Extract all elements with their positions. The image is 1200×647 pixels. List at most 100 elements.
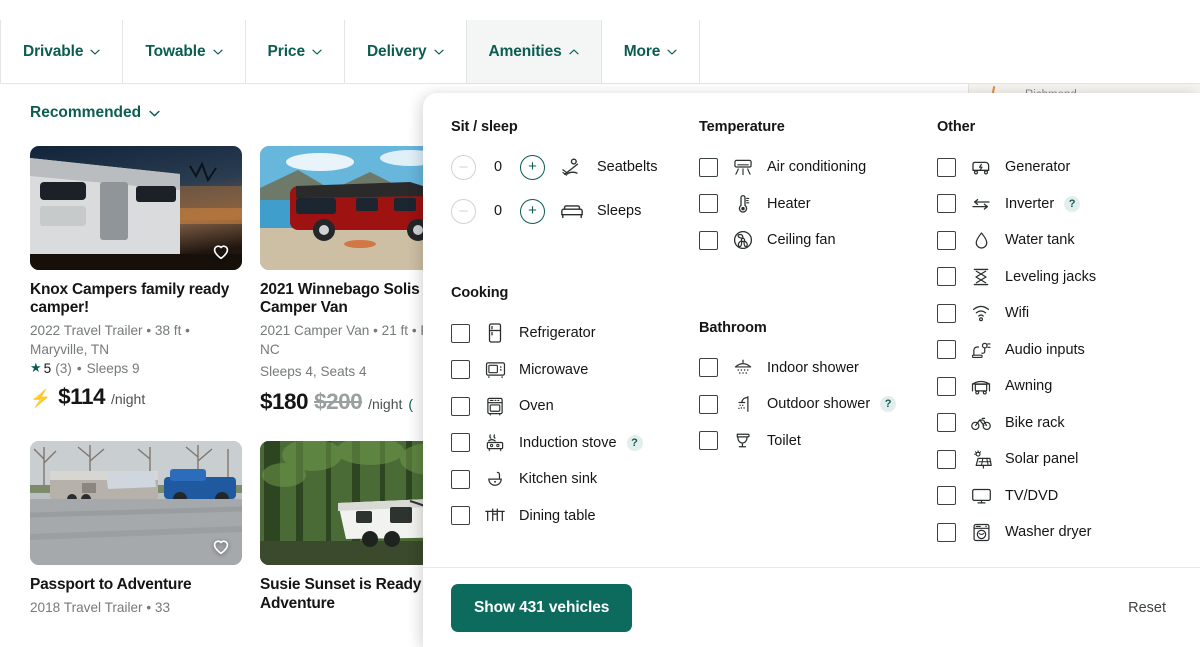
checkbox[interactable] bbox=[699, 394, 718, 414]
filter-tab-amenities[interactable]: Amenities bbox=[466, 20, 602, 83]
filter-tab-delivery[interactable]: Delivery bbox=[344, 20, 467, 83]
checkbox-row-induction-stove[interactable]: Induction stove ? bbox=[451, 425, 699, 462]
checkbox[interactable] bbox=[451, 433, 470, 453]
toilet-icon bbox=[731, 431, 755, 450]
minus-circle-icon: – bbox=[459, 202, 468, 219]
checkbox[interactable] bbox=[451, 323, 470, 343]
checkbox-label: Audio inputs bbox=[1005, 341, 1085, 358]
listing-subtitle: 2018 Travel Trailer • 33 bbox=[30, 599, 171, 615]
checkbox[interactable] bbox=[937, 340, 956, 360]
sleeps-text: Sleeps 9 bbox=[86, 360, 140, 376]
checkbox[interactable] bbox=[937, 486, 956, 506]
increment-button[interactable]: + bbox=[520, 154, 545, 180]
checkbox-row-toilet[interactable]: Toilet bbox=[699, 423, 937, 460]
stepper-seatbelts: – 0 + Seatbelts bbox=[451, 149, 699, 185]
decrement-button[interactable]: – bbox=[451, 154, 476, 180]
checkbox[interactable] bbox=[937, 413, 956, 433]
checkbox-row-heater[interactable]: Heater bbox=[699, 186, 937, 223]
checkbox[interactable] bbox=[937, 449, 956, 469]
checkbox-label: Wifi bbox=[1005, 305, 1030, 322]
checkbox[interactable] bbox=[451, 360, 470, 380]
filter-tab-label: Drivable bbox=[23, 42, 84, 60]
listing-photo[interactable] bbox=[30, 441, 242, 566]
checkbox-row-leveling-jacks[interactable]: Leveling jacks bbox=[937, 259, 1137, 296]
decrement-button[interactable]: – bbox=[451, 198, 476, 224]
checkbox-row-tv-dvd[interactable]: TV/DVD bbox=[937, 478, 1137, 515]
bed-icon bbox=[559, 202, 585, 220]
group-title: Sit / sleep bbox=[451, 119, 518, 135]
checkbox-row-bike-rack[interactable]: Bike rack bbox=[937, 405, 1137, 442]
checkbox[interactable] bbox=[699, 157, 718, 177]
checkbox[interactable] bbox=[937, 522, 956, 542]
induction-stove-icon bbox=[483, 433, 507, 452]
rating-separator: • bbox=[76, 360, 82, 376]
increment-button[interactable]: + bbox=[520, 198, 545, 224]
thermometer-icon bbox=[731, 194, 755, 214]
inverter-icon bbox=[969, 197, 993, 211]
filter-tab-drivable[interactable]: Drivable bbox=[0, 20, 124, 83]
checkbox[interactable] bbox=[937, 230, 956, 250]
help-tooltip-icon[interactable]: ? bbox=[626, 434, 643, 451]
listing-subtitle: 2022 Travel Trailer • 38 ft • Maryville,… bbox=[30, 322, 190, 357]
ceiling-fan-icon bbox=[731, 230, 755, 250]
checkbox[interactable] bbox=[937, 376, 956, 396]
heart-icon[interactable] bbox=[210, 240, 232, 262]
audio-inputs-icon bbox=[969, 341, 993, 359]
listing-card[interactable]: Passport to Adventure 2018 Travel Traile… bbox=[30, 441, 242, 617]
checkbox[interactable] bbox=[699, 194, 718, 214]
listing-title: Knox Campers family ready camper! bbox=[30, 281, 230, 317]
checkbox-label: Dining table bbox=[519, 507, 596, 524]
checkbox-label: Microwave bbox=[519, 361, 589, 378]
checkbox-row-air-conditioning[interactable]: Air conditioning bbox=[699, 149, 937, 186]
heart-icon[interactable] bbox=[210, 535, 232, 557]
listing-title: Passport to Adventure bbox=[30, 576, 192, 594]
checkbox-row-indoor-shower[interactable]: Indoor shower bbox=[699, 350, 937, 387]
checkbox-row-kitchen-sink[interactable]: Kitchen sink bbox=[451, 461, 699, 498]
checkbox-row-microwave[interactable]: Microwave bbox=[451, 352, 699, 389]
filter-tab-more[interactable]: More bbox=[601, 20, 701, 83]
show-vehicles-button[interactable]: Show 431 vehicles bbox=[451, 583, 633, 632]
checkbox-row-audio-inputs[interactable]: Audio inputs bbox=[937, 332, 1137, 369]
help-tooltip-icon[interactable]: ? bbox=[880, 396, 897, 413]
reset-link[interactable]: Reset bbox=[1128, 600, 1166, 616]
checkbox[interactable] bbox=[937, 303, 956, 323]
help-tooltip-icon[interactable]: ? bbox=[1064, 195, 1081, 212]
listing-rating: ★ 5 (3) • Sleeps 9 bbox=[30, 360, 242, 376]
price-note: ( bbox=[408, 396, 414, 413]
checkbox[interactable] bbox=[451, 469, 470, 489]
filter-tab-label: More bbox=[623, 42, 661, 60]
checkbox-row-wifi[interactable]: Wifi bbox=[937, 295, 1137, 332]
filter-tab-price[interactable]: Price bbox=[245, 20, 345, 83]
checkbox[interactable] bbox=[451, 396, 470, 416]
checkbox[interactable] bbox=[451, 506, 470, 526]
checkbox-row-ceiling-fan[interactable]: Ceiling fan bbox=[699, 222, 937, 259]
checkbox[interactable] bbox=[699, 358, 718, 378]
checkbox-row-refrigerator[interactable]: Refrigerator bbox=[451, 315, 699, 352]
checkbox[interactable] bbox=[699, 431, 718, 451]
checkbox-row-outdoor-shower[interactable]: Outdoor shower ? bbox=[699, 386, 937, 423]
checkbox-row-awning[interactable]: Awning bbox=[937, 368, 1137, 405]
stepper-value: 0 bbox=[493, 203, 503, 219]
checkbox[interactable] bbox=[937, 157, 956, 177]
filter-tab-towable[interactable]: Towable bbox=[123, 20, 246, 83]
sort-dropdown[interactable]: Recommended bbox=[30, 104, 160, 122]
listing-card[interactable]: Knox Campers family ready camper! 2022 T… bbox=[30, 146, 242, 415]
checkbox-row-generator[interactable]: Generator bbox=[937, 149, 1137, 186]
checkbox[interactable] bbox=[937, 267, 956, 287]
column-sit-sleep-cooking: Sit / sleep – 0 + Seatbelts – 0 + Sleeps… bbox=[451, 119, 699, 551]
water-drop-icon bbox=[969, 231, 993, 250]
checkbox-row-oven[interactable]: Oven bbox=[451, 388, 699, 425]
checkbox-row-inverter[interactable]: Inverter ? bbox=[937, 186, 1137, 223]
checkbox-row-solar-panel[interactable]: Solar panel bbox=[937, 441, 1137, 478]
checkbox-row-washer-dryer[interactable]: Washer dryer bbox=[937, 514, 1137, 551]
checkbox-label: Indoor shower bbox=[767, 359, 859, 376]
generator-icon bbox=[969, 158, 993, 176]
checkbox[interactable] bbox=[699, 230, 718, 250]
awning-icon bbox=[969, 378, 993, 395]
listing-photo[interactable] bbox=[30, 146, 242, 270]
amenities-dropdown-panel: Sit / sleep – 0 + Seatbelts – 0 + Sleeps… bbox=[423, 93, 1200, 647]
checkbox-row-water-tank[interactable]: Water tank bbox=[937, 222, 1137, 259]
checkbox[interactable] bbox=[937, 194, 956, 214]
checkbox-label: TV/DVD bbox=[1005, 487, 1059, 504]
checkbox-row-dining-table[interactable]: Dining table bbox=[451, 498, 699, 535]
